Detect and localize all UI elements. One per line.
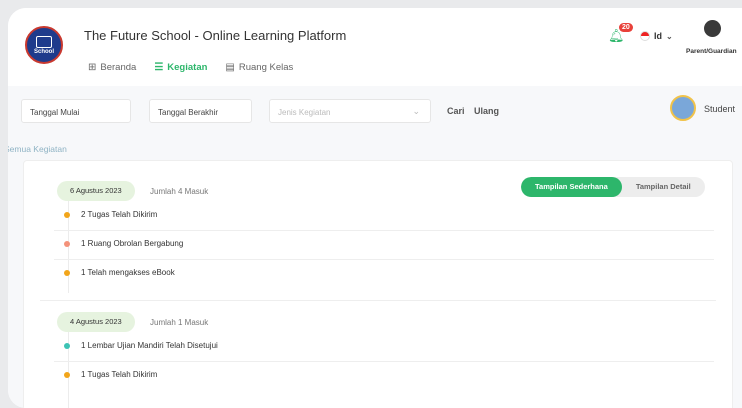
start-date-field[interactable]: Tanggal Mulai bbox=[21, 99, 131, 123]
school-logo[interactable]: School bbox=[25, 26, 63, 64]
main-nav: ⊞ Beranda ☰ Kegiatan ▤ Ruang Kelas bbox=[88, 62, 293, 73]
app-title: The Future School - Online Learning Plat… bbox=[84, 28, 347, 43]
list-item[interactable]: 2 Tugas Telah Dikirim bbox=[54, 202, 714, 231]
list-item-label: 1 Telah mengakses eBook bbox=[81, 268, 175, 277]
student-label: Student bbox=[704, 104, 736, 114]
grid-icon: ⊞ bbox=[88, 62, 97, 73]
list-item[interactable]: 1 Tugas Telah Dikirim bbox=[54, 362, 714, 390]
nav-ruang-kelas[interactable]: ▤ Ruang Kelas bbox=[225, 62, 293, 73]
section-divider bbox=[40, 300, 716, 301]
activity-type-select[interactable]: Jenis Kegiatan ⌄ bbox=[269, 99, 431, 123]
book-logo-icon bbox=[36, 35, 52, 48]
language-selector[interactable]: Id ⌄ bbox=[640, 31, 673, 41]
logo-text: School bbox=[33, 48, 54, 55]
status-dot bbox=[64, 212, 70, 218]
indonesia-flag-icon bbox=[640, 31, 650, 41]
nav-label: Kegiatan bbox=[167, 62, 208, 73]
top-header: School The Future School - Online Learni… bbox=[8, 8, 742, 86]
activity-panel: 6 Agustus 2023 Jumlah 4 Masuk Tampilan S… bbox=[23, 160, 733, 408]
book-icon: ▤ bbox=[225, 62, 235, 73]
end-date-label: Tanggal Berakhir bbox=[158, 108, 219, 117]
main-content: Tanggal Mulai Tanggal Berakhir Jenis Keg… bbox=[8, 86, 742, 408]
status-dot bbox=[64, 343, 70, 349]
chevron-down-icon: ⌄ bbox=[412, 106, 420, 116]
list-item-label: 1 Lembar Ujian Mandiri Telah Disetujui bbox=[81, 341, 218, 350]
status-dot bbox=[64, 241, 70, 247]
entry-count: Jumlah 4 Masuk bbox=[150, 187, 209, 196]
list-item-label: 1 Ruang Obrolan Bergabung bbox=[81, 239, 184, 248]
all-activities-label: Semua Kegiatan bbox=[8, 144, 67, 154]
list-item[interactable]: 1 Telah mengakses eBook bbox=[54, 260, 714, 288]
list-item[interactable]: 1 Ruang Obrolan Bergabung bbox=[54, 231, 714, 260]
parent-label: Parent/Guardian bbox=[686, 48, 737, 55]
list-item[interactable]: 1 Lembar Ujian Mandiri Telah Disetujui bbox=[54, 333, 714, 362]
nav-label: Ruang Kelas bbox=[238, 62, 294, 73]
list-item-label: 2 Tugas Telah Dikirim bbox=[81, 210, 158, 219]
notification-badge: 20 bbox=[619, 23, 633, 32]
status-dot bbox=[64, 270, 70, 276]
start-date-label: Tanggal Mulai bbox=[30, 108, 80, 117]
nav-kegiatan[interactable]: ☰ Kegiatan bbox=[154, 62, 207, 73]
simple-view-tab[interactable]: Tampilan Sederhana bbox=[521, 177, 622, 197]
activity-type-placeholder: Jenis Kegiatan bbox=[278, 108, 331, 117]
status-dot bbox=[64, 372, 70, 378]
end-date-field[interactable]: Tanggal Berakhir bbox=[149, 99, 252, 123]
chevron-down-icon: ⌄ bbox=[666, 31, 673, 41]
list-icon: ☰ bbox=[154, 62, 164, 73]
language-label: Id bbox=[654, 31, 662, 41]
date-pill: 6 Agustus 2023 bbox=[57, 181, 135, 201]
detail-view-tab[interactable]: Tampilan Detail bbox=[622, 177, 705, 197]
list-item-label: 1 Tugas Telah Dikirim bbox=[81, 370, 158, 379]
parent-avatar[interactable] bbox=[704, 20, 721, 37]
app-window: School The Future School - Online Learni… bbox=[8, 8, 742, 408]
date-pill: 4 Agustus 2023 bbox=[57, 312, 135, 332]
entry-count: Jumlah 1 Masuk bbox=[150, 318, 209, 327]
view-toggle: Tampilan Sederhana Tampilan Detail bbox=[521, 177, 705, 197]
student-avatar[interactable] bbox=[670, 95, 696, 121]
nav-label: Beranda bbox=[100, 62, 137, 73]
nav-beranda[interactable]: ⊞ Beranda bbox=[88, 62, 136, 73]
reset-button[interactable]: Ulang bbox=[474, 106, 499, 116]
search-button[interactable]: Cari bbox=[447, 106, 465, 116]
